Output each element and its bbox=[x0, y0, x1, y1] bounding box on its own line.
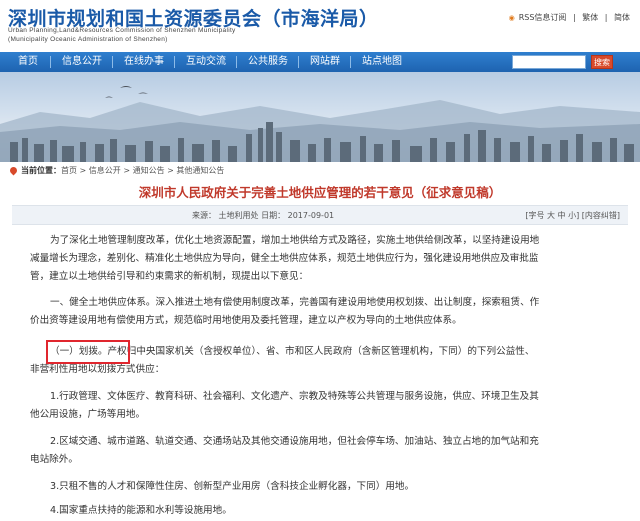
breadcrumb: 当前位置：首页 > 信息公开 > 通知公告 > 其他通知公告 bbox=[8, 164, 224, 178]
paragraph-line: 管，建立以土地供给引导和约束需求的新机制，现提出以下意见： bbox=[30, 271, 309, 282]
article-paragraph: 2.区域交通、城市道路、轨道交通、交通场站及其他交通设施用地，但社会停车场、加油… bbox=[30, 433, 628, 469]
traditional-chinese-link[interactable]: 繁体 bbox=[582, 13, 598, 22]
banner-image bbox=[0, 72, 640, 162]
location-pin-icon bbox=[8, 165, 19, 176]
annotation-highlight-box bbox=[46, 340, 130, 364]
nav-online-services[interactable]: 在线办事 bbox=[124, 52, 164, 72]
article-meta-bar: 来源： 土地利用处 日期： 2017-09-01 [字号 大 中 小] [内容纠… bbox=[12, 205, 628, 225]
site-subtitle-english: Urban Planning,Land&Resources Commission… bbox=[8, 27, 236, 34]
nav-site-map[interactable]: 站点地图 bbox=[362, 52, 402, 72]
city-skyline-illustration bbox=[0, 86, 640, 162]
article-title: 深圳市人民政府关于完善土地供应管理的若干意见（征求意见稿） bbox=[138, 185, 502, 200]
article-source-date: 来源： 土地利用处 日期： 2017-09-01 bbox=[192, 211, 335, 220]
nav-divider bbox=[50, 56, 51, 68]
nav-site-group[interactable]: 网站群 bbox=[310, 52, 340, 72]
paragraph-line: 为了深化土地管理制度改革，优化土地资源配置，增加土地供给方式及路径，实施土地供给… bbox=[50, 235, 540, 246]
article-paragraph: 1.行政管理、文体医疗、教育科研、社会福利、文化遗产、宗教及特殊等公共管理与服务… bbox=[30, 388, 628, 424]
rss-icon: ◉ bbox=[508, 14, 515, 22]
nav-divider bbox=[174, 56, 175, 68]
nav-divider bbox=[298, 56, 299, 68]
paragraph-line: 一、健全土地供应体系。深入推进土地有偿使用制度改革，完善国有建设用地使用权划拨、… bbox=[50, 297, 540, 308]
nav-divider bbox=[236, 56, 237, 68]
site-header: 深圳市规划和国土资源委员会（市海洋局） Urban Planning,Land&… bbox=[0, 0, 640, 52]
article-paragraph: 4.国家重点扶持的能源和水利等设施用地。 bbox=[30, 502, 628, 520]
article-paragraph: 为了深化土地管理制度改革，优化土地资源配置，增加土地供给方式及路径，实施土地供给… bbox=[30, 232, 628, 286]
nav-interaction[interactable]: 互动交流 bbox=[186, 52, 226, 72]
nav-divider bbox=[112, 56, 113, 68]
breadcrumb-prefix: 当前位置： bbox=[21, 166, 61, 175]
paragraph-line: 价出资等建设用地有偿使用方式，规范临时用地使用及委托管理，建立以产权为导向的土地… bbox=[30, 315, 462, 326]
font-size-and-correction-links[interactable]: [字号 大 中 小] [内容纠错] bbox=[525, 210, 620, 221]
rss-subscribe-link[interactable]: RSS信息订阅 bbox=[519, 13, 567, 22]
breadcrumb-path[interactable]: 首页 > 信息公开 > 通知公告 > 其他通知公告 bbox=[61, 166, 224, 175]
top-links: ◉ RSS信息订阅 | 繁体 | 简体 bbox=[505, 12, 630, 23]
nav-divider bbox=[350, 56, 351, 68]
nav-info-disclosure[interactable]: 信息公开 bbox=[62, 52, 102, 72]
search-button[interactable]: 搜索 bbox=[591, 55, 613, 69]
site-subtitle-english-2: (Municipality Oceanic Administration of … bbox=[8, 36, 168, 43]
paragraph-line: 1.行政管理、文体医疗、教育科研、社会福利、文化遗产、宗教及特殊等公共管理与服务… bbox=[50, 391, 539, 402]
divider: | bbox=[572, 13, 576, 22]
article-paragraph: 一、健全土地供应体系。深入推进土地有偿使用制度改革，完善国有建设用地使用权划拨、… bbox=[30, 294, 628, 330]
paragraph-line: 减量增长为理念，差别化、精准化土地供应为导向，健全土地供应体系，规范土地供应行为… bbox=[30, 253, 539, 264]
simplified-chinese-link[interactable]: 简体 bbox=[614, 13, 630, 22]
paragraph-line: 他公用设施，广场等用地。 bbox=[30, 409, 146, 420]
nav-public-services[interactable]: 公共服务 bbox=[248, 52, 288, 72]
paragraph-line: 3.只租不售的人才和保障性住房、创新型产业用房（含科技企业孵化器，下同）用地。 bbox=[50, 481, 415, 492]
nav-home[interactable]: 首页 bbox=[18, 52, 38, 72]
paragraph-line: 2.区域交通、城市道路、轨道交通、交通场站及其他交通设施用地，但社会停车场、加油… bbox=[50, 436, 539, 447]
paragraph-line: 4.国家重点扶持的能源和水利等设施用地。 bbox=[50, 505, 232, 516]
divider: | bbox=[604, 13, 608, 22]
article-paragraph: 3.只租不售的人才和保障性住房、创新型产业用房（含科技企业孵化器，下同）用地。 bbox=[30, 478, 628, 496]
search-input[interactable] bbox=[512, 55, 586, 69]
paragraph-line: 电站除外。 bbox=[30, 454, 78, 465]
